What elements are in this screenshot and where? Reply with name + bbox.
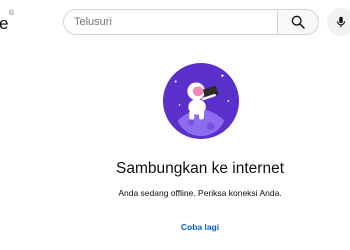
search-input[interactable] xyxy=(74,10,269,34)
search-icon xyxy=(291,15,305,29)
astronaut-on-planet-illustration xyxy=(162,62,240,140)
retry-button[interactable]: Coba lagi xyxy=(175,216,225,238)
logo-text[interactable]: e xyxy=(0,14,8,34)
offline-title: Sambungkan ke internet xyxy=(115,160,285,177)
top-bar: e © xyxy=(0,0,350,46)
logo-region-mark: © xyxy=(9,10,15,17)
search-button[interactable] xyxy=(277,9,319,35)
microphone-icon xyxy=(336,16,346,28)
offline-message: Anda sedang offline. Periksa koneksi And… xyxy=(118,188,282,198)
voice-search-button[interactable] xyxy=(327,8,350,36)
search-box xyxy=(63,9,277,35)
